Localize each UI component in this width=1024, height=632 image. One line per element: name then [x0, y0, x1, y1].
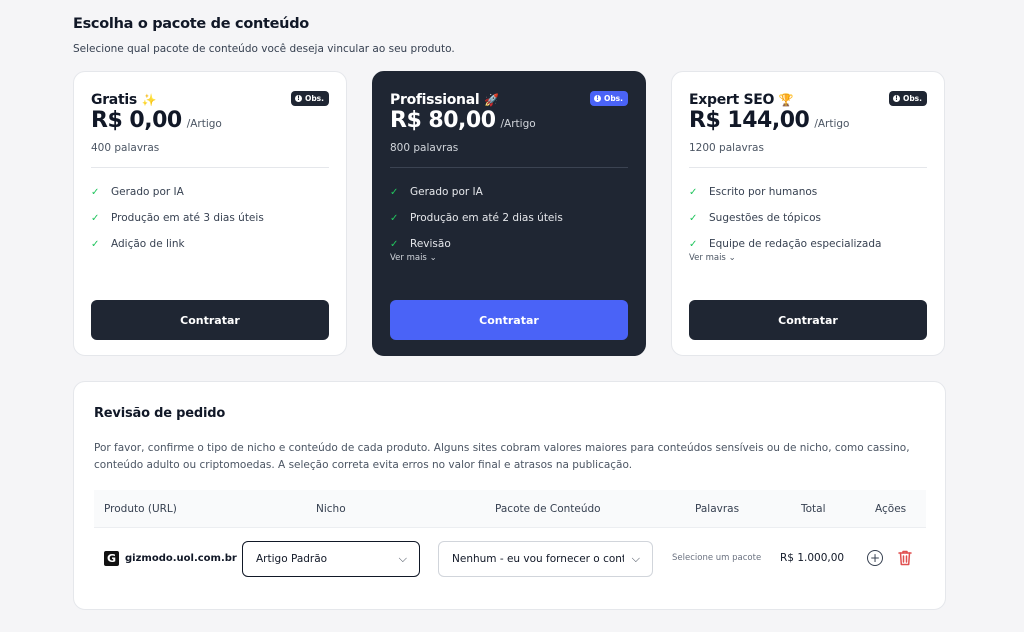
hire-button[interactable]: Contratar	[689, 300, 927, 340]
plan-word-count: 1200 palavras	[689, 142, 764, 154]
chevron-down-icon: ⌄	[728, 253, 736, 263]
check-icon: ✓	[689, 238, 698, 250]
info-icon: !	[593, 95, 601, 102]
review-title: Revisão de pedido	[94, 406, 226, 421]
price-row: R$ 0,00 /Artigo	[91, 108, 222, 133]
obs-badge[interactable]: ! Obs.	[290, 91, 329, 106]
plan-name: Profissional 🚀	[390, 92, 499, 108]
column-words: Palavras	[695, 503, 740, 515]
feature-item: ✓ Produção em até 2 dias úteis	[390, 212, 563, 224]
hire-button[interactable]: Contratar	[91, 300, 329, 340]
feature-list: ✓ Escrito por humanos ✓ Sugestões de tópic…	[689, 179, 881, 257]
rocket-icon: 🚀	[483, 93, 499, 107]
chevron-down-icon: ⌵	[398, 552, 407, 565]
niche-select[interactable]: Artigo Padrão ⌵	[242, 541, 420, 577]
column-total: Total	[801, 503, 826, 515]
chevron-down-icon: ⌵	[631, 552, 640, 565]
page-header: Escolha o pacote de conteúdo Selecione q…	[73, 16, 455, 55]
feature-item: ✓ Escrito por humanos	[689, 186, 818, 198]
divider	[689, 167, 927, 168]
plan-card-expert-seo: Expert SEO 🏆 ! Obs. R$ 144,00 /Artigo 120…	[671, 71, 945, 356]
check-icon: ✓	[689, 186, 698, 198]
plan-word-count: 400 palavras	[91, 142, 160, 154]
divider	[390, 167, 628, 168]
plan-price: R$ 80,00	[390, 108, 496, 133]
check-icon: ✓	[91, 186, 100, 198]
trash-icon[interactable]	[897, 549, 913, 567]
divider	[91, 167, 329, 168]
product-cell: G gizmodo.uol.com.br	[104, 551, 237, 566]
price-unit: /Artigo	[814, 118, 850, 130]
column-actions: Ações	[875, 503, 907, 515]
table-header: Produto (URL) Nicho Pacote de Conteúdo P…	[94, 490, 926, 528]
plan-name: Gratis ✨	[91, 92, 157, 108]
product-url: gizmodo.uol.com.br	[125, 553, 237, 564]
hire-button[interactable]: Contratar	[390, 300, 628, 340]
chevron-down-icon: ⌄	[429, 253, 437, 263]
sparkles-icon: ✨	[141, 93, 157, 107]
info-icon: !	[294, 95, 302, 102]
review-description: Por favor, confirme o tipo de nicho e co…	[94, 442, 910, 471]
check-icon: ✓	[390, 238, 399, 250]
column-package: Pacote de Conteúdo	[495, 503, 601, 515]
price-unit: /Artigo	[186, 118, 222, 130]
feature-item: ✓ Produção em até 3 dias úteis	[91, 212, 264, 224]
see-more-link[interactable]: Ver mais ⌄	[390, 253, 437, 263]
column-product: Produto (URL)	[104, 503, 177, 515]
feature-list: ✓ Gerado por IA ✓ Produção em até 3 dias ú…	[91, 179, 264, 257]
plan-card-profissional: Profissional 🚀 ! Obs. R$ 80,00 /Artigo 80…	[372, 71, 646, 356]
plan-list: Gratis ✨ ! Obs. R$ 0,00 /Artigo 400 palav…	[73, 71, 946, 356]
page-title: Escolha o pacote de conteúdo	[73, 16, 309, 32]
order-review-card: Revisão de pedido Por favor, confirme o …	[73, 381, 946, 610]
obs-badge[interactable]: ! Obs.	[589, 91, 628, 106]
price-row: R$ 80,00 /Artigo	[390, 108, 536, 133]
total-cell: R$ 1.000,00	[780, 552, 845, 564]
plan-price: R$ 0,00	[91, 108, 182, 133]
column-niche: Nicho	[316, 503, 346, 515]
check-icon: ✓	[390, 212, 399, 224]
check-icon: ✓	[689, 212, 698, 224]
see-more-link[interactable]: Ver mais ⌄	[689, 253, 736, 263]
price-row: R$ 144,00 /Artigo	[689, 108, 849, 133]
feature-item: ✓ Sugestões de tópicos	[689, 212, 821, 224]
plan-price: R$ 144,00	[689, 108, 810, 133]
trophy-icon: 🏆	[778, 93, 794, 107]
gizmodo-logo-icon: G	[104, 551, 119, 566]
feature-list: ✓ Gerado por IA ✓ Produção em até 2 dias ú…	[390, 179, 563, 257]
table-row: G gizmodo.uol.com.br Artigo Padrão ⌵ Nen…	[94, 528, 926, 590]
feature-item: ✓ Gerado por IA	[91, 186, 184, 198]
package-select[interactable]: Nenhum - eu vou fornecer o conteúdo ⌵	[438, 541, 653, 577]
words-cell: Selecione um pacote	[672, 553, 762, 563]
plan-name: Expert SEO 🏆	[689, 92, 794, 108]
check-icon: ✓	[91, 212, 100, 224]
feature-item: ✓ Gerado por IA	[390, 186, 483, 198]
add-circle-icon[interactable]: +	[867, 550, 883, 566]
info-icon: !	[892, 95, 900, 102]
feature-item: ✓ Adição de link	[91, 238, 185, 250]
obs-badge[interactable]: ! Obs.	[888, 91, 927, 106]
plan-card-gratis: Gratis ✨ ! Obs. R$ 0,00 /Artigo 400 palav…	[73, 71, 347, 356]
check-icon: ✓	[91, 238, 100, 250]
page-subtitle: Selecione qual pacote de conteúdo você d…	[73, 43, 455, 55]
price-unit: /Artigo	[500, 118, 536, 130]
plan-word-count: 800 palavras	[390, 142, 459, 154]
check-icon: ✓	[390, 186, 399, 198]
